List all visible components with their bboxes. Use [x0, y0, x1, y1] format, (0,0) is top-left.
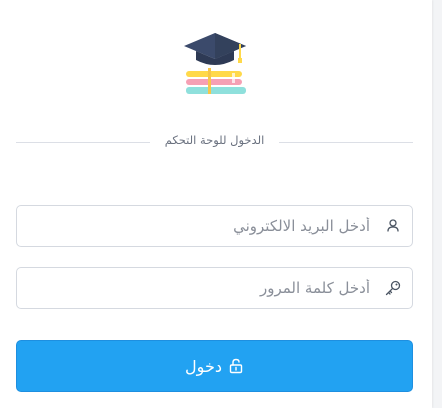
email-field: [16, 205, 413, 247]
divider-line-right: [279, 142, 413, 143]
divider-line-left: [16, 142, 150, 143]
password-input[interactable]: [29, 268, 370, 308]
divider-title: الدخول للوحة التحكم: [164, 133, 265, 147]
login-card: الدخول للوحة التحكم أدخل البريد الالكترو…: [0, 0, 432, 408]
email-input[interactable]: [29, 206, 370, 246]
login-button-label: دخول: [185, 356, 222, 376]
user-icon: [384, 217, 402, 235]
login-button[interactable]: دخول: [16, 340, 413, 392]
password-field: [16, 267, 413, 309]
graduation-cap-books-icon: [182, 30, 248, 98]
key-icon: [384, 279, 402, 297]
unlock-icon: [228, 358, 244, 374]
login-divider: الدخول للوحة التحكم: [16, 130, 413, 154]
